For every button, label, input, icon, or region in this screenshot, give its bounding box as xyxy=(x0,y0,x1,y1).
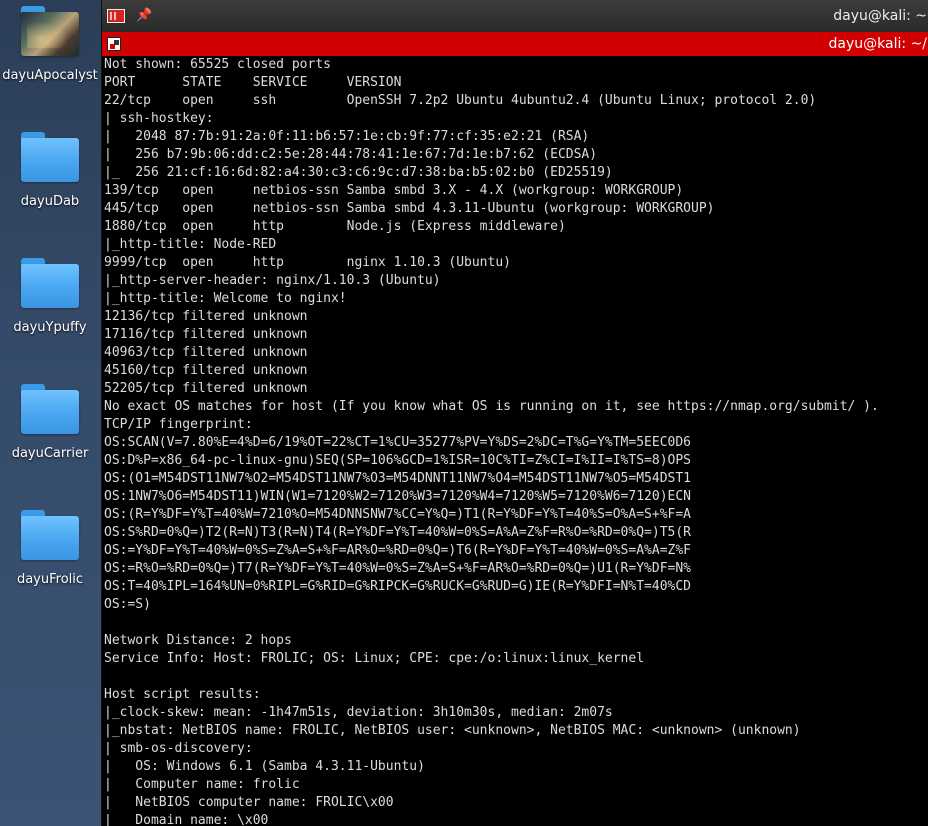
terminal-line: 40963/tcp filtered unknown xyxy=(104,345,308,360)
terminal-line: OS:=S) xyxy=(104,597,151,612)
terminal-line: |_http-title: Welcome to nginx! xyxy=(104,291,347,306)
terminal-line: 22/tcp open ssh OpenSSH 7.2p2 Ubuntu 4ub… xyxy=(104,93,817,108)
terminal-line: | OS: Windows 6.1 (Samba 4.3.11-Ubuntu) xyxy=(104,759,425,774)
terminal-line: | NetBIOS computer name: FROLIC\x00 xyxy=(104,795,394,810)
desktop-icon-label: dayuFrolic xyxy=(16,572,84,587)
desktop-icon-dayuApocalyst[interactable]: dayuApocalyst xyxy=(0,6,100,116)
split-view-icon[interactable] xyxy=(107,37,121,51)
folder-icon xyxy=(21,384,79,434)
folder-icon xyxy=(21,510,79,560)
terminal-line: Not shown: 65525 closed ports xyxy=(104,57,331,72)
desktop-icon-label: dayuYpuffy xyxy=(13,320,87,335)
terminal-line: OS:(R=Y%DF=Y%T=40%W=7210%O=M54DNNSNW7%CC… xyxy=(104,507,691,522)
terminal-line: Network Distance: 2 hops xyxy=(104,633,292,648)
terminal-line: |_http-server-header: nginx/1.10.3 (Ubun… xyxy=(104,273,441,288)
window-title: dayu@kali: ~ xyxy=(833,8,927,24)
image-folder-icon xyxy=(21,6,79,56)
terminal-line: No exact OS matches for host (If you kno… xyxy=(104,399,879,414)
terminal-line: 9999/tcp open http nginx 1.10.3 (Ubuntu) xyxy=(104,255,511,270)
terminal-line: OS:(O1=M54DST11NW7%O2=M54DST11NW7%O3=M54… xyxy=(104,471,691,486)
folder-icon xyxy=(21,132,79,182)
terminal-line: Service Info: Host: FROLIC; OS: Linux; C… xyxy=(104,651,645,666)
terminal-line: 17116/tcp filtered unknown xyxy=(104,327,308,342)
terminal-line: 45160/tcp filtered unknown xyxy=(104,363,308,378)
terminal-line: |_http-title: Node-RED xyxy=(104,237,277,252)
terminal-line: | 2048 87:7b:91:2a:0f:11:b6:57:1e:cb:9f:… xyxy=(104,129,590,144)
terminal-line: OS:=Y%DF=Y%T=40%W=0%S=Z%A=S+%F=AR%O=%RD=… xyxy=(104,543,691,558)
terminal-window[interactable]: 📌 dayu@kali: ~ dayu@kali: ~/ Not shown: … xyxy=(101,0,928,826)
terminal-line: 1880/tcp open http Node.js (Express midd… xyxy=(104,219,566,234)
terminal-line: OS:S%RD=0%Q=)T2(R=N)T3(R=N)T4(R=Y%DF=Y%T… xyxy=(104,525,691,540)
terminal-line: | Domain name: \x00 xyxy=(104,813,269,826)
desktop-icon-dayuFrolic[interactable]: dayuFrolic xyxy=(0,510,100,620)
tab-title: dayu@kali: ~/ xyxy=(828,36,927,52)
desktop-icon-label: dayuCarrier xyxy=(11,446,89,461)
terminal-tab-bar[interactable]: dayu@kali: ~/ xyxy=(102,32,928,56)
terminal-line: | ssh-hostkey: xyxy=(104,111,214,126)
terminal-line: |_clock-skew: mean: -1h47m51s, deviation… xyxy=(104,705,613,720)
desktop-icon-label: dayuDab xyxy=(20,194,80,209)
window-titlebar[interactable]: 📌 dayu@kali: ~ xyxy=(102,0,928,32)
terminal-line: PORT STATE SERVICE VERSION xyxy=(104,75,402,90)
terminal-line: 52205/tcp filtered unknown xyxy=(104,381,308,396)
desktop-icon-dayuYpuffy[interactable]: dayuYpuffy xyxy=(0,258,100,368)
terminal-line: OS:1NW7%O6=M54DST11)WIN(W1=7120%W2=7120%… xyxy=(104,489,691,504)
terminal-line: OS:T=40%IPL=164%UN=0%RIPL=G%RID=G%RIPCK=… xyxy=(104,579,691,594)
desktop: dayuApocalyst dayuDab dayuYpuffy dayuCar… xyxy=(0,0,100,826)
terminal-line: | smb-os-discovery: xyxy=(104,741,253,756)
desktop-icon-label: dayuApocalyst xyxy=(2,68,98,83)
terminal-line: TCP/IP fingerprint: xyxy=(104,417,253,432)
desktop-icon-dayuDab[interactable]: dayuDab xyxy=(0,132,100,242)
terminal-icon[interactable] xyxy=(107,9,125,23)
pin-icon[interactable]: 📌 xyxy=(136,8,152,24)
terminal-line: 139/tcp open netbios-ssn Samba smbd 3.X … xyxy=(104,183,684,198)
terminal-line: Host script results: xyxy=(104,687,261,702)
terminal-line: OS:D%P=x86_64-pc-linux-gnu)SEQ(SP=106%GC… xyxy=(104,453,691,468)
terminal-line: OS:SCAN(V=7.80%E=4%D=6/19%OT=22%CT=1%CU=… xyxy=(104,435,691,450)
terminal-line: |_ 256 21:cf:16:6d:82:a4:30:c3:c6:9c:d7:… xyxy=(104,165,613,180)
terminal-line: OS:=R%O=%RD=0%Q=)T7(R=Y%DF=Y%T=40%W=0%S=… xyxy=(104,561,691,576)
terminal-line: | 256 b7:9b:06:dd:c2:5e:28:44:78:41:1e:6… xyxy=(104,147,598,162)
desktop-icon-dayuCarrier[interactable]: dayuCarrier xyxy=(0,384,100,494)
terminal-output[interactable]: Not shown: 65525 closed ports PORT STATE … xyxy=(104,56,927,826)
terminal-line: 12136/tcp filtered unknown xyxy=(104,309,308,324)
terminal-line: | Computer name: frolic xyxy=(104,777,300,792)
terminal-line: |_nbstat: NetBIOS name: FROLIC, NetBIOS … xyxy=(104,723,801,738)
terminal-line: 445/tcp open netbios-ssn Samba smbd 4.3.… xyxy=(104,201,715,216)
folder-icon xyxy=(21,258,79,308)
